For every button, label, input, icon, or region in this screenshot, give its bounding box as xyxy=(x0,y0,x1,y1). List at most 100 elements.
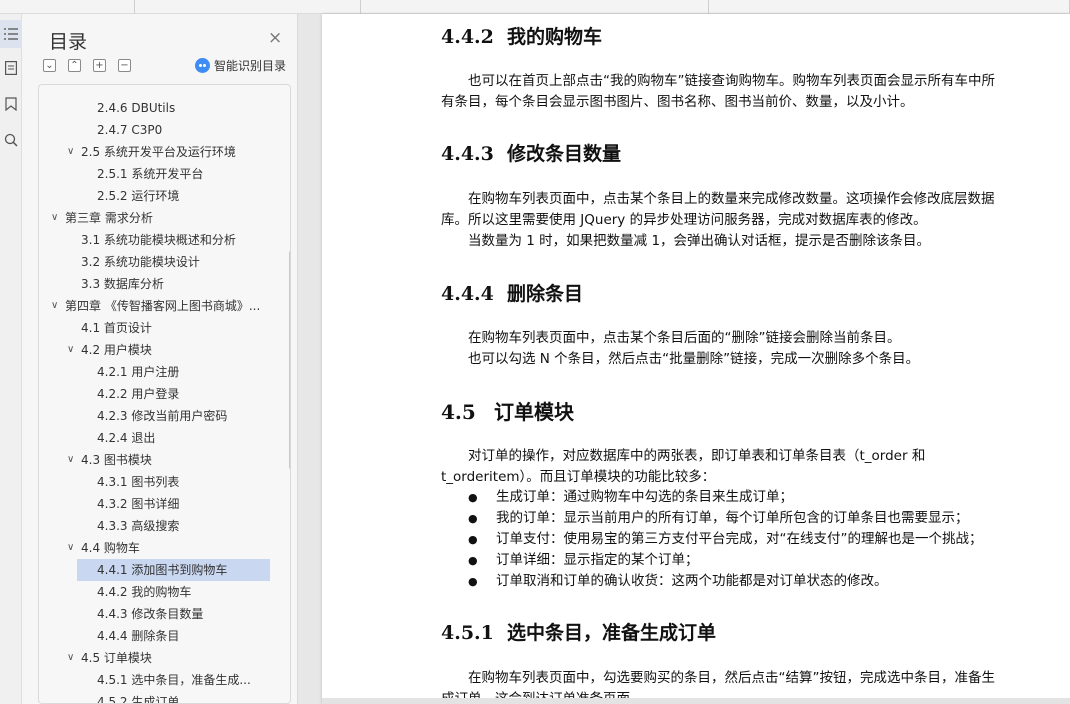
toc-item-label: 4.2 用户模块 xyxy=(81,343,152,357)
ruler-strip xyxy=(0,0,1070,14)
chevron-down-icon[interactable]: ∨ xyxy=(67,339,79,361)
list-item: 订单支付：使用易宝的第三方支付平台完成，对“在线支付”的理解也是一个挑战； xyxy=(441,529,1001,550)
toc-item-label: 4.3.1 图书列表 xyxy=(97,475,180,489)
toc-item-label: 4.3 图书模块 xyxy=(81,453,152,467)
toc-item-label: 4.5 订单模块 xyxy=(81,651,152,665)
toc-item[interactable]: 4.3.1 图书列表 xyxy=(39,471,289,493)
toc-item[interactable]: ∨ 4.4 购物车 xyxy=(39,537,289,559)
paragraph: 在购物车列表页面中，点击某个条目上的数量来完成修改数量。这项操作会修改底层数据库… xyxy=(441,191,995,228)
chevron-down-icon[interactable]: ∨ xyxy=(51,207,63,229)
chevron-down-icon[interactable]: ∨ xyxy=(67,647,79,669)
expand-up-icon[interactable]: ⌃ xyxy=(68,59,81,72)
toc-item[interactable]: 4.4.1 添加图书到购物车 xyxy=(77,559,270,581)
toc-panel: 目录 × ⌄ ⌃ + − 智能识别目录 2.4.6 DBUtils 2.4.7 C… xyxy=(22,14,298,704)
toc-item-label: 第三章 需求分析 xyxy=(65,211,153,225)
collapse-all-icon[interactable]: ⌄ xyxy=(43,59,56,72)
toc-item[interactable]: 3.1 系统功能模块概述和分析 xyxy=(39,229,289,251)
toc-title: 目录 xyxy=(49,31,88,53)
toc-item[interactable]: 4.2.1 用户注册 xyxy=(39,361,289,383)
toc-item[interactable]: 4.3.2 图书详细 xyxy=(39,493,289,515)
toc-item[interactable]: ∨ 4.5 订单模块 xyxy=(39,647,289,669)
toc-item-label: 4.1 首页设计 xyxy=(81,321,152,335)
chevron-down-icon[interactable]: ∨ xyxy=(67,449,79,471)
toc-item-label: 2.4.6 DBUtils xyxy=(97,101,176,115)
bookmark-icon[interactable] xyxy=(0,90,22,118)
toc-item[interactable]: ∨ 第三章 需求分析 xyxy=(39,207,289,229)
toc-item[interactable]: 2.5.2 运行环境 xyxy=(39,185,289,207)
toc-item-label: 第四章 《传智播客网上图书商城》... xyxy=(65,299,261,313)
paragraph: 也可以在首页上部点击“我的购物车”链接查询购物车。购物车列表页面会显示所有车中所… xyxy=(441,73,995,110)
toc-item-label: 4.4.4 删除条目 xyxy=(97,629,180,643)
toc-list-icon[interactable] xyxy=(0,20,22,48)
toc-item[interactable]: 4.2.3 修改当前用户密码 xyxy=(39,405,289,427)
toc-scrollbar[interactable] xyxy=(289,250,290,470)
toc-item-label: 3.1 系统功能模块概述和分析 xyxy=(81,233,236,247)
toc-item[interactable]: 3.2 系统功能模块设计 xyxy=(39,251,289,273)
toc-item[interactable]: 2.5.1 系统开发平台 xyxy=(39,163,289,185)
toc-item[interactable]: 4.2.2 用户登录 xyxy=(39,383,289,405)
list-item: 我的订单：显示当前用户的所有订单，每个订单所包含的订单条目也需要显示； xyxy=(441,508,1001,529)
toc-item-label: 4.3.3 高级搜索 xyxy=(97,519,180,533)
paragraph: 当数量为 1 时，如果把数量减 1，会弹出确认对话框，提示是否删除该条目。 xyxy=(468,233,931,249)
toc-item[interactable]: ∨ 4.2 用户模块 xyxy=(39,339,289,361)
toc-item[interactable]: ∨ 2.5 系统开发平台及运行环境 xyxy=(39,141,289,163)
bullet-list: 生成订单：通过购物车中勾选的条目来生成订单；我的订单：显示当前用户的所有订单，每… xyxy=(441,487,1001,592)
toc-item-label: 2.5.1 系统开发平台 xyxy=(97,167,204,181)
toc-item-label: 4.4 购物车 xyxy=(81,541,140,555)
toc-item[interactable]: 4.4.2 我的购物车 xyxy=(39,581,289,603)
toc-item-label: 4.2.1 用户注册 xyxy=(97,365,180,379)
toc-item[interactable]: 4.5.1 选中条目，准备生成... xyxy=(39,669,289,691)
heading-4-4-4: 4.4.4 删除条目 xyxy=(441,283,584,305)
heading-4-4-2: 4.4.2 我的购物车 xyxy=(441,26,603,48)
toc-item[interactable]: 4.3.3 高级搜索 xyxy=(39,515,289,537)
chevron-down-icon[interactable]: ∨ xyxy=(67,537,79,559)
toc-item[interactable]: 2.4.7 C3P0 xyxy=(39,119,289,141)
toc-item[interactable]: ∨ 4.3 图书模块 xyxy=(39,449,289,471)
toc-item-label: 4.5.1 选中条目，准备生成... xyxy=(97,673,251,687)
side-rail xyxy=(0,14,22,704)
toc-item-label: 3.3 数据库分析 xyxy=(81,277,164,291)
toc-item-label: 4.4.3 修改条目数量 xyxy=(97,607,204,621)
paragraph: 在购物车列表页面中，点击某个条目后面的“删除”链接会删除当前条目。 xyxy=(468,330,901,346)
heading-4-5: 4.5 订单模块 xyxy=(441,400,574,424)
toc-list: 2.4.6 DBUtils 2.4.7 C3P0 ∨ 2.5 系统开发平台及运行环境 2… xyxy=(38,84,291,704)
paragraph: 也可以勾选 N 个条目，然后点击“批量删除”链接，完成一次删除多个条目。 xyxy=(468,351,920,367)
toc-item-label: 4.4.2 我的购物车 xyxy=(97,585,192,599)
toc-item-label: 3.2 系统功能模块设计 xyxy=(81,255,200,269)
list-item: 生成订单：通过购物车中勾选的条目来生成订单； xyxy=(441,487,1001,508)
toc-item-label: 4.3.2 图书详细 xyxy=(97,497,180,511)
toc-item-label: 2.5 系统开发平台及运行环境 xyxy=(81,145,236,159)
toc-item[interactable]: 4.1 首页设计 xyxy=(39,317,289,339)
horizontal-scrollbar[interactable] xyxy=(322,698,1070,704)
toc-item[interactable]: 4.2.4 退出 xyxy=(39,427,289,449)
toc-item-label: 2.5.2 运行环境 xyxy=(97,189,180,203)
chevron-down-icon[interactable]: ∨ xyxy=(51,295,63,317)
list-item: 订单详细：显示指定的某个订单； xyxy=(441,550,1001,571)
document-page: 4.4.2 我的购物车 也可以在首页上部点击“我的购物车”链接查询购物车。购物车列… xyxy=(322,14,1070,704)
add-heading-icon[interactable]: + xyxy=(93,59,106,72)
toc-item[interactable]: 4.5.2 生成订单 xyxy=(39,691,289,704)
toc-item[interactable]: 2.4.6 DBUtils xyxy=(39,97,289,119)
toc-item-label: 4.2.4 退出 xyxy=(97,431,156,445)
toc-item[interactable]: ∨ 第四章 《传智播客网上图书商城》... xyxy=(39,295,289,317)
toc-item-label: 4.5.2 生成订单 xyxy=(97,695,180,704)
remove-heading-icon[interactable]: − xyxy=(118,59,131,72)
heading-4-4-3: 4.4.3 修改条目数量 xyxy=(441,143,622,165)
close-icon[interactable]: × xyxy=(268,28,282,48)
find-icon[interactable] xyxy=(0,126,22,154)
toc-item[interactable]: 4.4.4 删除条目 xyxy=(39,625,289,647)
chevron-down-icon[interactable]: ∨ xyxy=(67,141,79,163)
paragraph: 对订单的操作，对应数据库中的两张表，即订单表和订单条目表（t_order 和 t… xyxy=(441,448,926,485)
smart-recognize-label: 智能识别目录 xyxy=(214,59,287,73)
list-item: 订单取消和订单的确认收货：这两个功能都是对订单状态的修改。 xyxy=(441,571,1001,592)
toc-item-label: 4.4.1 添加图书到购物车 xyxy=(97,563,228,577)
toc-item-label: 4.2.2 用户登录 xyxy=(97,387,180,401)
toc-item-label: 2.4.7 C3P0 xyxy=(97,123,163,137)
page-thumbnail-icon[interactable] xyxy=(0,54,22,82)
toc-item-label: 4.2.3 修改当前用户密码 xyxy=(97,409,228,423)
toc-item[interactable]: 3.3 数据库分析 xyxy=(39,273,289,295)
toc-item[interactable]: 4.4.3 修改条目数量 xyxy=(39,603,289,625)
smart-recognize-button[interactable]: 智能识别目录 xyxy=(195,57,286,74)
toc-toolbar: ⌄ ⌃ + − xyxy=(43,59,131,72)
heading-4-5-1: 4.5.1 选中条目，准备生成订单 xyxy=(441,622,717,644)
